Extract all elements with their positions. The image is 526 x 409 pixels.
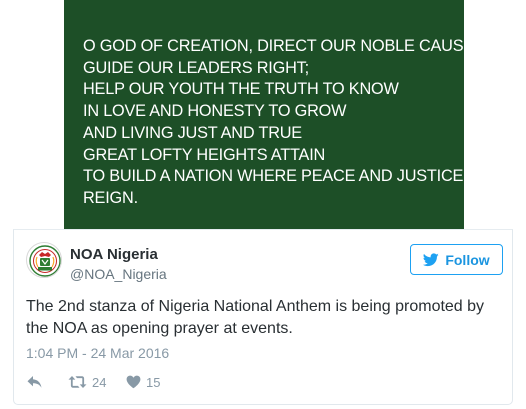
anthem-line: O GOD OF CREATION, DIRECT OUR NOBLE CAUS… [83, 37, 479, 55]
anthem-line: GUIDE OUR LEADERS RIGHT; [83, 58, 309, 77]
reply-button[interactable] [26, 375, 68, 389]
tweet-actions: 24 15 [26, 372, 160, 392]
tweet-timestamp[interactable]: 1:04 PM - 24 Mar 2016 [26, 345, 169, 361]
anthem-line: TO BUILD A NATION WHERE PEACE AND JUSTIC… [83, 167, 464, 186]
reply-icon [27, 376, 42, 388]
anthem-line: AND LIVING JUST AND TRUE [83, 123, 302, 142]
tweet-media[interactable]: O GOD OF CREATION, DIRECT OUR NOBLE CAUS… [0, 0, 526, 229]
twitter-bird-icon [423, 252, 440, 266]
author-name[interactable]: NOA Nigeria [70, 246, 158, 263]
anthem-line: IN LOVE AND HONESTY TO GROW [83, 102, 347, 121]
avatar[interactable] [26, 242, 62, 278]
follow-label: Follow [445, 251, 490, 268]
tweet-text: The 2nd stanza of Nigeria National Anthe… [26, 298, 485, 337]
author-handle[interactable]: @NOA_Nigeria [70, 266, 167, 282]
retweet-icon [68, 376, 87, 388]
embedded-tweet: O GOD OF CREATION, DIRECT OUR NOBLE CAUS… [0, 0, 526, 409]
like-button[interactable]: 15 [126, 375, 160, 390]
follow-button[interactable]: Follow [410, 244, 503, 275]
tweet-card: NOA Nigeria @NOA_Nigeria Follow The 2nd … [13, 229, 513, 405]
heart-icon [126, 375, 141, 389]
anthem-line: GREAT LOFTY HEIGHTS ATTAIN [83, 145, 326, 164]
noa-logo [29, 245, 61, 277]
retweet-button[interactable]: 24 [68, 375, 126, 390]
retweet-count: 24 [92, 374, 107, 390]
anthem-line: REIGN. [83, 188, 138, 207]
anthem-image: O GOD OF CREATION, DIRECT OUR NOBLE CAUS… [64, 0, 479, 229]
like-count: 15 [146, 374, 161, 390]
anthem-line: HELP OUR YOUTH THE TRUTH TO KNOW [83, 80, 399, 99]
